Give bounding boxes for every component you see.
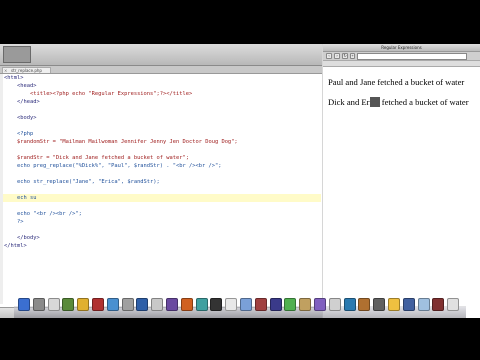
dock-app-icon[interactable] [180,298,193,311]
url-field[interactable] [357,53,467,60]
tab-label: str_replace.php [11,68,42,73]
dock-app-icon[interactable] [402,298,415,311]
dock-app-icon[interactable] [151,298,164,311]
dock-app-icon[interactable] [254,298,267,311]
output-text-after: fetched a bucket of water [379,97,469,107]
code-area[interactable]: <html> <head> <title><?php echo "Regular… [0,74,322,304]
back-button[interactable]: ‹ [326,53,332,59]
dock-app-icon[interactable] [240,298,252,311]
forward-button[interactable]: › [334,53,340,59]
dock [14,296,466,318]
selected-text: ica [369,97,380,107]
dock-app-icon[interactable] [417,298,430,311]
dock-app-icon[interactable] [32,298,45,311]
code-line: ?> [4,219,24,225]
code-line: <title><?php echo "Regular Expressions";… [4,91,193,97]
code-line: $randStr = "Dick and Jane fetched a buck… [4,155,189,161]
output-text-before: Dick and Er [328,97,370,107]
dock-app-icon[interactable] [299,298,312,311]
add-bookmark-button[interactable]: + [350,53,355,59]
dock-app-icon[interactable] [388,298,400,311]
code-line: <body> [4,115,37,121]
code-line: </html> [4,243,27,249]
output-line-1: Paul and Jane fetched a bucket of water [328,77,465,87]
dock-app-icon[interactable] [314,298,326,311]
browser-titlebar: Regular Expressions [323,44,480,52]
dock-app-icon[interactable] [358,298,371,311]
code-line: echo str_replace("Jane", "Erica", $randS… [4,179,160,185]
browser-toolbar: ‹ › ↻ + [323,52,480,61]
editor-titlebar [0,44,322,66]
code-line: $randomStr = "Mailman Mailwoman Jennifer… [4,139,238,145]
code-line: </head> [4,99,40,105]
dock-app-icon[interactable] [225,298,238,311]
code-line: <head> [4,83,37,89]
tab-str-replace[interactable]: × str_replace.php [2,67,51,73]
dock-app-icon[interactable] [447,298,460,311]
code-line: echo preg_replace("%Dick%", "Paul", $ran… [4,163,222,169]
desktop-screen: × str_replace.php <html> <head> <title><… [0,44,480,318]
page-content: Paul and Jane fetched a bucket of water … [323,68,480,318]
reload-button[interactable]: ↻ [342,53,348,59]
dock-app-icon[interactable] [121,298,134,311]
dock-app-icon[interactable] [269,298,282,311]
dock-app-icon[interactable] [210,298,223,311]
dock-app-icon[interactable] [328,298,341,311]
bookmarks-bar [323,61,480,67]
code-line: </body> [4,235,40,241]
code-line: echo "<br /><br />"; [4,211,82,217]
dock-app-icon[interactable] [432,298,445,311]
dock-app-icon[interactable] [106,298,119,311]
close-icon[interactable]: × [4,68,7,73]
browser-window: Regular Expressions ‹ › ↻ + Paul and Jan… [323,44,480,318]
dock-app-icon[interactable] [92,298,104,311]
output-line-2: Dick and Erica fetched a bucket of water [328,97,469,107]
dock-app-icon[interactable] [18,298,30,311]
dock-app-icon[interactable] [47,298,60,311]
code-line: <?php [4,131,34,137]
dock-app-icon[interactable] [62,298,75,311]
dock-app-icon[interactable] [343,298,356,311]
browser-window-title: Regular Expressions [381,45,422,50]
dock-app-icon[interactable] [284,298,297,311]
dock-app-icon[interactable] [136,298,149,311]
editor-thumbnail [3,46,31,63]
editor-gutter [0,74,3,304]
dock-app-icon[interactable] [373,298,386,311]
code-editor-window: × str_replace.php <html> <head> <title><… [0,44,322,318]
code-line: <html> [4,75,24,81]
editor-tab-bar: × str_replace.php [0,66,322,74]
dock-app-icon[interactable] [166,298,178,311]
dock-app-icon[interactable] [195,298,208,311]
dock-app-icon[interactable] [77,298,90,311]
code-line-current: ech su [3,194,321,202]
